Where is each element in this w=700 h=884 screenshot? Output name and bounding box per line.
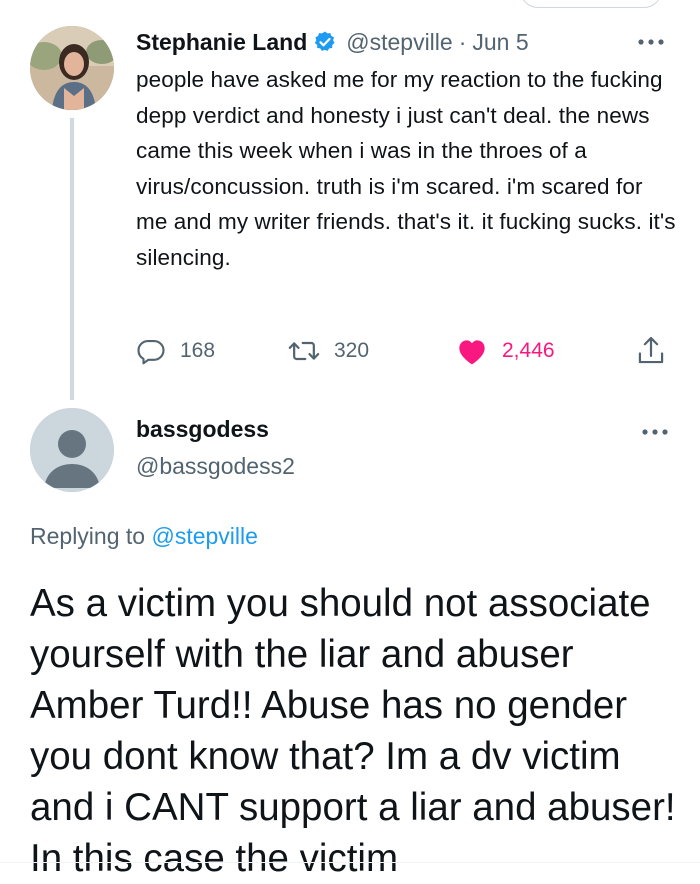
verified-badge-icon	[315, 31, 335, 51]
separator: ·	[458, 28, 467, 55]
reply-author-avatar[interactable]	[30, 408, 114, 492]
thread-connector	[70, 118, 74, 400]
reply-author-handle[interactable]: @bassgodess2	[136, 453, 295, 480]
tweet-actions: 168 320 2,446	[136, 334, 676, 368]
tweet-header: Stephanie Land @stepville · Jun 5	[136, 24, 676, 60]
author-name[interactable]: Stephanie Land	[136, 29, 307, 56]
reply-tweet-text: As a victim you should not associate you…	[30, 582, 676, 880]
reply-icon	[137, 339, 165, 365]
like-button[interactable]: 2,446	[456, 334, 555, 368]
share-button[interactable]	[636, 334, 680, 368]
avatar-photo	[30, 26, 114, 110]
like-icon	[459, 340, 485, 365]
author-avatar[interactable]	[30, 26, 114, 110]
like-count: 2,446	[502, 339, 555, 362]
default-avatar-icon	[30, 408, 114, 492]
reply-button[interactable]: 168	[136, 334, 215, 368]
replying-label: Replying to	[30, 523, 146, 549]
more-icon[interactable]	[636, 36, 666, 48]
reply-author-name[interactable]: bassgodess	[136, 416, 269, 443]
divider	[0, 862, 700, 863]
more-icon[interactable]	[640, 426, 670, 438]
follow-button-partial[interactable]	[520, 0, 662, 8]
retweet-count: 320	[334, 339, 370, 362]
share-icon	[638, 336, 664, 364]
author-handle[interactable]: @stepville	[346, 29, 452, 56]
retweet-button[interactable]: 320	[288, 334, 369, 368]
tweet-text: people have asked me for my reaction to …	[136, 67, 676, 270]
tweet-date[interactable]: Jun 5	[472, 29, 528, 56]
reply-count: 168	[180, 339, 216, 362]
retweet-icon	[288, 341, 320, 361]
replying-to-mention[interactable]: @stepville	[151, 523, 257, 549]
replying-to: Replying to @stepville	[30, 523, 258, 550]
